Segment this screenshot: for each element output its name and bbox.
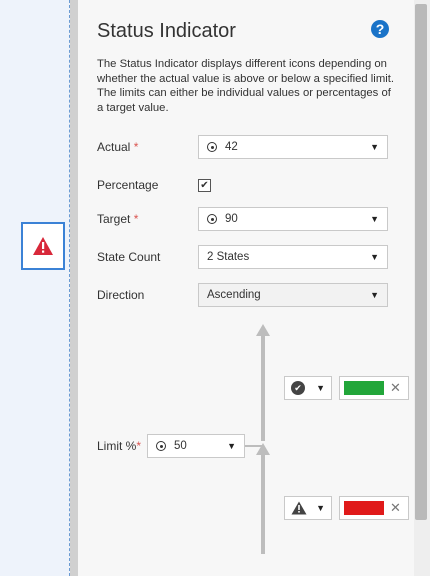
state-count-select[interactable]: 2 States ▼ [198,245,388,269]
actual-value: 42 [225,141,238,153]
limit-label-text: Limit % [97,439,137,453]
target-select[interactable]: 90 ▼ [198,207,388,231]
limit-label: Limit %* [97,439,141,453]
percentage-checkbox[interactable]: ✔ [198,179,211,192]
target-icon [207,142,217,152]
actual-select[interactable]: 42 ▼ [198,135,388,159]
direction-value: Ascending [207,289,261,301]
state-color-picker-upper[interactable]: ✕ [339,376,409,400]
question-circle-icon[interactable]: ? [371,20,389,38]
state-icon-select-lower[interactable]: ▼ [284,496,332,520]
color-swatch[interactable] [344,381,384,395]
scrollbar-thumb[interactable] [415,4,427,520]
chevron-down-icon: ▼ [370,142,379,152]
state-count-value: 2 States [207,251,250,263]
direction-label: Direction [97,288,145,302]
chevron-down-icon: ▼ [370,290,379,300]
chevron-down-icon: ▼ [316,383,325,393]
warning-triangle-icon [33,237,53,255]
state-color-picker-lower[interactable]: ✕ [339,496,409,520]
limit-value: 50 [174,440,187,452]
warning-triangle-icon [291,501,307,515]
panel-description: The Status Indicator displays different … [97,58,395,114]
direction-select[interactable]: Ascending ▼ [198,283,388,307]
limit-select[interactable]: 50 ▼ [147,434,245,458]
target-icon [207,214,217,224]
state-count-label: State Count [97,250,161,264]
actual-label: Actual * [97,140,138,154]
required-mark: * [136,439,142,453]
target-icon [156,441,166,451]
panel-divider[interactable] [70,0,78,576]
chevron-down-icon: ▼ [227,441,236,451]
panel-title: Status Indicator [97,20,236,42]
required-mark: * [133,212,139,226]
target-label: Target * [97,212,138,226]
chevron-down-icon: ▼ [370,214,379,224]
chevron-down-icon: ▼ [370,252,379,262]
status-indicator-widget[interactable] [21,222,65,270]
state-icon-select-upper[interactable]: ✔ ▼ [284,376,332,400]
limit-connector [245,445,263,447]
color-swatch[interactable] [344,501,384,515]
arrow-shaft [261,454,265,554]
check-circle-icon: ✔ [291,381,305,395]
required-mark: * [133,140,139,154]
arrow-shaft [261,335,265,441]
close-icon[interactable]: ✕ [390,500,401,516]
percentage-label: Percentage [97,178,159,192]
chevron-down-icon: ▼ [316,503,325,513]
design-canvas [0,0,70,576]
target-value: 90 [225,213,238,225]
close-icon[interactable]: ✕ [390,380,401,396]
actual-label-text: Actual [97,140,131,154]
target-label-text: Target [97,212,131,226]
